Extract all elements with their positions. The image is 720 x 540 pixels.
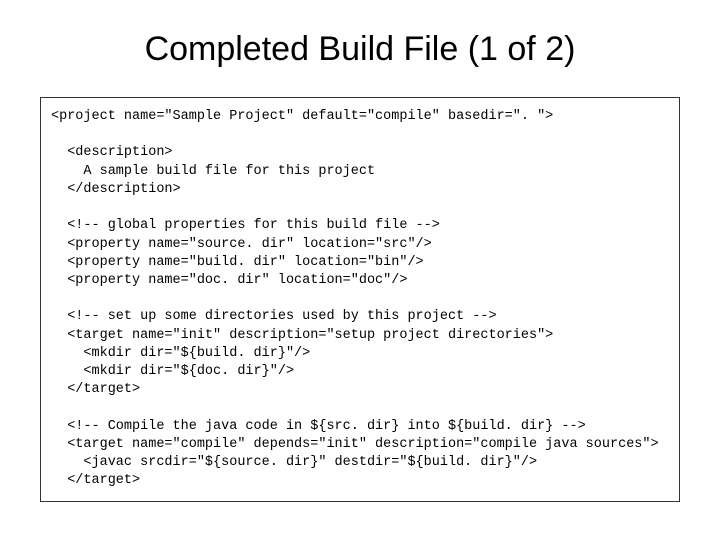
code-content: <project name="Sample Project" default="… — [51, 108, 669, 491]
page-title: Completed Build File (1 of 2) — [40, 30, 680, 69]
slide: Completed Build File (1 of 2) <project n… — [0, 0, 720, 540]
code-block: <project name="Sample Project" default="… — [40, 97, 680, 502]
